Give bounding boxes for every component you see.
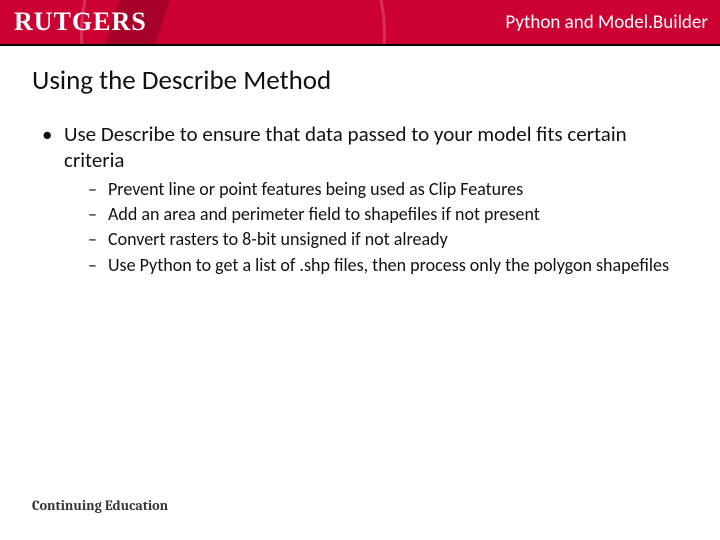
slide-header: RUTGERS Python and Model.Builder: [0, 0, 720, 44]
footer-text: Continuing Education: [32, 497, 168, 514]
header-subject: Python and Model.Builder: [505, 11, 708, 34]
slide-title: Using the Describe Method: [32, 64, 688, 97]
sub-bullet-item: Add an area and perimeter field to shape…: [88, 203, 688, 226]
sub-bullet-list: Prevent line or point features being use…: [64, 178, 688, 278]
sub-bullet-item: Use Python to get a list of .shp files, …: [88, 254, 688, 277]
bullet-text: Use Describe to ensure that data passed …: [64, 121, 627, 173]
sub-bullet-item: Prevent line or point features being use…: [88, 178, 688, 201]
brand-logo: RUTGERS: [14, 7, 147, 37]
slide-content: Using the Describe Method Use Describe t…: [0, 46, 720, 277]
bullet-list: Use Describe to ensure that data passed …: [32, 121, 688, 277]
slide: RUTGERS Python and Model.Builder Using t…: [0, 0, 720, 540]
bullet-item: Use Describe to ensure that data passed …: [42, 121, 688, 277]
sub-bullet-item: Convert rasters to 8-bit unsigned if not…: [88, 228, 688, 251]
